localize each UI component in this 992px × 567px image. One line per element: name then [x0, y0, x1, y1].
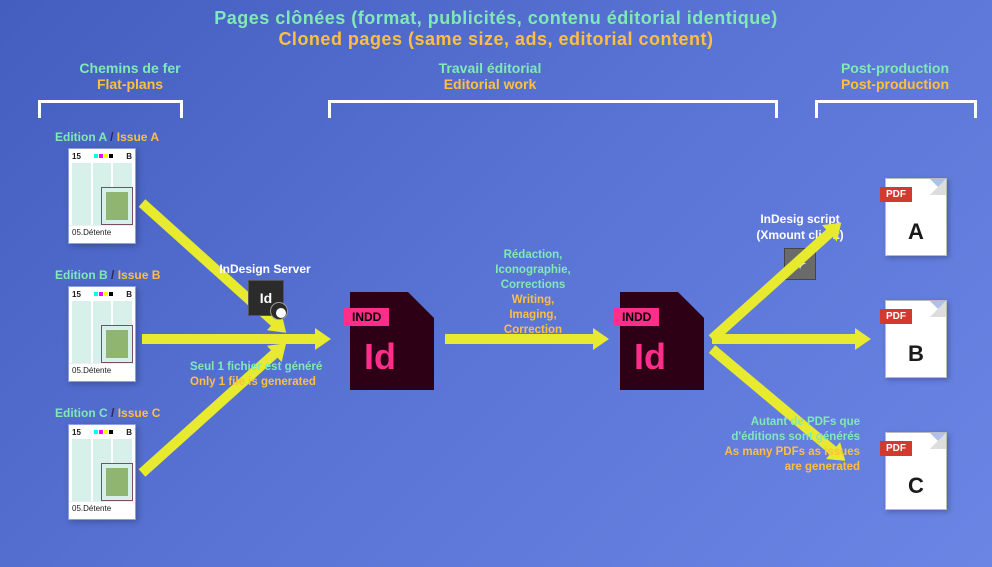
ad-image-icon: [101, 325, 133, 363]
arrow-to-pdf-b: [712, 334, 857, 344]
section-post-label: Post-production Post-production: [810, 60, 980, 92]
ad-image-icon: [101, 187, 133, 225]
pdf-badge-icon: PDF: [880, 187, 912, 202]
indd-tag: INDD: [614, 308, 659, 326]
section-editorial-label: Travail éditorial Editorial work: [360, 60, 620, 92]
pdf-b: PDF B: [885, 300, 947, 378]
flatplan-c-thumb: 15B 05.Détente: [68, 424, 136, 520]
gear-icon: [276, 308, 286, 318]
pdf-badge-icon: PDF: [880, 441, 912, 456]
pdf-count-note: Autant de PDFs que d'éditions sont génér…: [700, 415, 860, 475]
diagram-title: Pages clônées (format, publicités, conte…: [0, 8, 992, 50]
flatplan-b-label: Edition B / Issue B: [55, 268, 160, 282]
arrow-b-to-indd: [142, 334, 317, 344]
indesign-server-icon: Id: [248, 280, 284, 316]
indd-tag: INDD: [344, 308, 389, 326]
pdf-a: PDF A: [885, 178, 947, 256]
ad-image-icon: [101, 463, 133, 501]
title-fr: Pages clônées (format, publicités, conte…: [214, 8, 778, 28]
flatplan-b-thumb: 15B 05.Détente: [68, 286, 136, 382]
indesign-server-label: InDesign Server: [200, 262, 330, 276]
flatplan-a-label: Edition A / Issue A: [55, 130, 159, 144]
editorial-note: Rédaction, Iconographie, Corrections Wri…: [468, 248, 598, 338]
bracket-editorial: [328, 100, 778, 118]
indd-file-2: INDD Id: [620, 292, 704, 390]
pdf-c: PDF C: [885, 432, 947, 510]
flatplan-a-thumb: 15B 05.Détente: [68, 148, 136, 244]
section-flatplans-label: Chemins de fer Flat-plans: [40, 60, 220, 92]
bracket-post: [815, 100, 977, 118]
pdf-badge-icon: PDF: [880, 309, 912, 324]
title-en: Cloned pages (same size, ads, editorial …: [0, 29, 992, 50]
flatplan-c-label: Edition C / Issue C: [55, 406, 160, 420]
bracket-flatplans: [38, 100, 183, 118]
arrow-to-pdf-a: [709, 228, 835, 342]
indd-file-1: INDD Id: [350, 292, 434, 390]
single-file-note: Seul 1 fichier est généré Only 1 file is…: [190, 360, 322, 390]
